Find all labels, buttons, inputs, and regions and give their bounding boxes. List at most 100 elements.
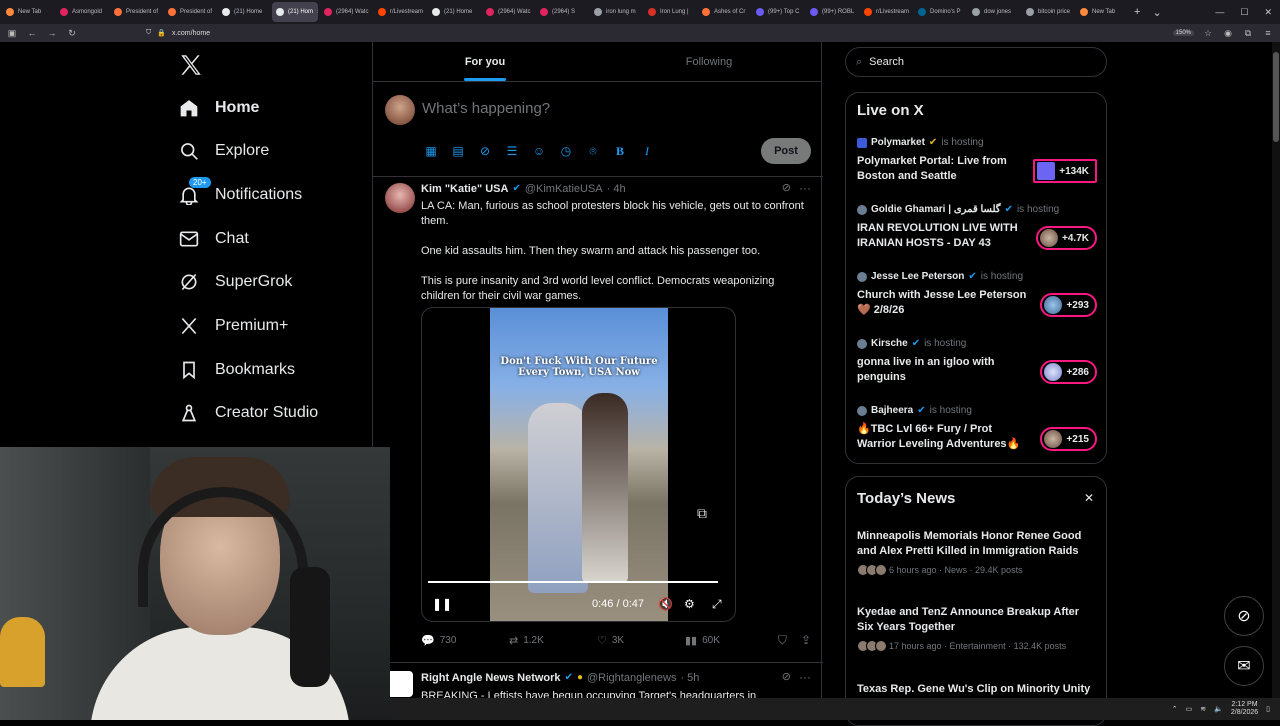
browser-tab[interactable]: (2964) Watc <box>482 2 534 22</box>
nav-home[interactable]: Home <box>179 98 259 118</box>
tweet-author-name[interactable]: Kim "Katie" USA <box>421 183 508 195</box>
italic-icon[interactable]: I <box>639 143 655 159</box>
browser-tab[interactable]: (2964) Watc <box>320 2 372 22</box>
nav-notifications[interactable]: 20+ Notifications <box>179 177 302 205</box>
tab-for-you[interactable]: For you <box>373 42 597 81</box>
tweet[interactable]: Kim "Katie" USA ✔ @KimKatieUSA · 4h ⊘ ··… <box>373 177 823 663</box>
live-item[interactable]: Goldie Ghamari | گلسا قمری ✔ is hosting IR… <box>857 204 1097 251</box>
bookmark-icon[interactable]: ⛉ <box>778 633 787 648</box>
browser-tab[interactable]: (21) Hom× <box>272 2 318 22</box>
browser-tab[interactable]: bitcoin price <box>1022 2 1074 22</box>
live-listeners-badge[interactable]: +134K <box>1033 159 1097 183</box>
browser-tab[interactable]: r/Livestream <box>374 2 426 22</box>
tray-chevron-icon[interactable]: ⌃ <box>1172 705 1178 713</box>
video-progress-bar[interactable] <box>428 581 719 583</box>
grok-fab-button[interactable]: ⊘ <box>1224 596 1264 636</box>
menu-icon[interactable]: ≡ <box>1262 28 1274 38</box>
extensions-icon[interactable]: ⧉ <box>1242 28 1254 39</box>
browser-tab[interactable]: (99+) ROBL <box>806 2 858 22</box>
nav-creator-studio[interactable]: Creator Studio <box>179 403 318 423</box>
repost-button[interactable]: ⇄ 1.2K <box>509 633 597 648</box>
more-icon[interactable]: ··· <box>799 181 811 195</box>
browser-tab[interactable]: President of <box>164 2 216 22</box>
maximize-icon[interactable]: ☐ <box>1232 7 1256 18</box>
grok-explain-icon[interactable]: ⊘ <box>782 670 791 683</box>
page-scrollbar[interactable] <box>1272 42 1280 698</box>
sidebar-toggle-icon[interactable]: ▣ <box>6 28 18 39</box>
like-button[interactable]: ♡ 3K <box>597 633 685 648</box>
browser-tab[interactable]: Asmongold <box>56 2 108 22</box>
tweet-author-handle[interactable]: @Rightanglenews <box>587 672 676 684</box>
live-listeners-badge[interactable]: +4.7K <box>1036 226 1097 250</box>
nav-bookmarks[interactable]: Bookmarks <box>179 360 295 380</box>
settings-icon[interactable]: ⚙ <box>684 597 695 611</box>
tweet-avatar[interactable] <box>385 183 415 213</box>
location-icon[interactable]: ⌾ <box>585 143 601 159</box>
bookmark-star-icon[interactable]: ☆ <box>1202 28 1214 39</box>
grok-explain-icon[interactable]: ⊘ <box>782 181 791 194</box>
tweet-author-name[interactable]: Right Angle News Network <box>421 672 561 684</box>
messages-fab-button[interactable]: ✉ <box>1224 646 1264 686</box>
compose-input[interactable]: What’s happening? <box>422 100 550 117</box>
live-item[interactable]: Kirsche ✔ is hosting gonna live in an iglo… <box>857 338 1097 385</box>
tweet-avatar[interactable] <box>387 671 413 697</box>
post-button[interactable]: Post <box>761 138 811 164</box>
bold-icon[interactable]: B <box>612 143 628 159</box>
mute-icon[interactable]: 🔇 <box>658 597 673 611</box>
window-close-icon[interactable]: ✕ <box>1256 7 1280 18</box>
live-listeners-badge[interactable]: +215 <box>1040 427 1097 451</box>
wifi-icon[interactable]: ≋ <box>1200 705 1206 713</box>
volume-icon[interactable]: 🔈 <box>1214 705 1223 713</box>
live-item[interactable]: Jesse Lee Peterson ✔ is hosting Church wit… <box>857 271 1097 318</box>
emoji-icon[interactable]: ☺ <box>531 143 547 159</box>
browser-tab[interactable]: Ashes of Cr <box>698 2 750 22</box>
share-icon[interactable]: ⇪ <box>801 633 811 648</box>
tab-list-icon[interactable]: ⌄ <box>1146 6 1167 19</box>
image-icon[interactable]: ▦ <box>423 143 439 159</box>
browser-tab[interactable]: New Tab <box>1076 2 1128 22</box>
browser-tab[interactable]: President of <box>110 2 162 22</box>
browser-tab[interactable]: iron lung m <box>590 2 642 22</box>
nav-explore[interactable]: Explore <box>179 141 269 161</box>
nav-premium[interactable]: Premium+ <box>179 316 288 336</box>
url-text[interactable]: x.com/home <box>172 30 210 37</box>
reply-button[interactable]: 💬 730 <box>421 633 509 648</box>
tweet-author-handle[interactable]: @KimKatieUSA <box>525 183 603 195</box>
news-item[interactable]: Kyedae and TenZ Announce Breakup After S… <box>857 605 1097 652</box>
live-item[interactable]: Polymarket ✔ is hosting Polymarket Portal:… <box>857 137 1097 184</box>
reload-icon[interactable]: ↻ <box>66 28 78 39</box>
nav-chat[interactable]: Chat <box>179 229 249 249</box>
browser-tab[interactable]: New Tab <box>2 2 54 22</box>
account-icon[interactable]: ◉ <box>1222 28 1234 39</box>
fullscreen-icon[interactable]: ⤢ <box>712 597 722 612</box>
tweet-time[interactable]: · 4h <box>607 183 626 195</box>
browser-tab[interactable]: dow jones <box>968 2 1020 22</box>
news-item[interactable]: Texas Rep. Gene Wu's Clip on Minority Un… <box>857 682 1097 697</box>
zoom-level[interactable]: 150% <box>1172 30 1194 36</box>
poll-icon[interactable]: ☰ <box>504 143 520 159</box>
picture-in-picture-icon[interactable]: ⧉ <box>697 505 707 522</box>
browser-tab[interactable]: (99+) Top C <box>752 2 804 22</box>
system-clock[interactable]: 2:12 PM 2/8/2026 <box>1231 701 1258 717</box>
back-icon[interactable]: ← <box>26 28 38 38</box>
nav-supergrok[interactable]: SuperGrok <box>179 272 292 292</box>
video-player[interactable]: Don't Fuck With Our Future Every Town, U… <box>421 307 736 622</box>
browser-tab[interactable]: (2964) S <box>536 2 588 22</box>
schedule-icon[interactable]: ◷ <box>558 143 574 159</box>
gif-icon[interactable]: ▤ <box>450 143 466 159</box>
user-avatar[interactable] <box>385 95 415 125</box>
address-bar[interactable]: ⛉ 🔒 x.com/home <box>86 26 1165 40</box>
new-tab-icon[interactable]: + <box>1128 6 1146 18</box>
tweet-time[interactable]: · 5h <box>680 672 699 684</box>
close-icon[interactable]: ✕ <box>1084 491 1094 505</box>
scrollbar-thumb[interactable] <box>1273 52 1279 142</box>
views-button[interactable]: ▮▮ 60K <box>685 633 773 648</box>
news-item[interactable]: Minneapolis Memorials Honor Renee Good a… <box>857 529 1097 576</box>
browser-tab[interactable]: r/Livestream <box>860 2 912 22</box>
more-icon[interactable]: ··· <box>799 670 811 684</box>
pause-icon[interactable]: ❚❚ <box>432 597 452 611</box>
browser-tab[interactable]: (21) Home <box>428 2 480 22</box>
search-input[interactable]: ⌕ Search <box>845 47 1107 77</box>
browser-tab[interactable]: Domino's P <box>914 2 966 22</box>
browser-tab[interactable]: (21) Home <box>218 2 270 22</box>
